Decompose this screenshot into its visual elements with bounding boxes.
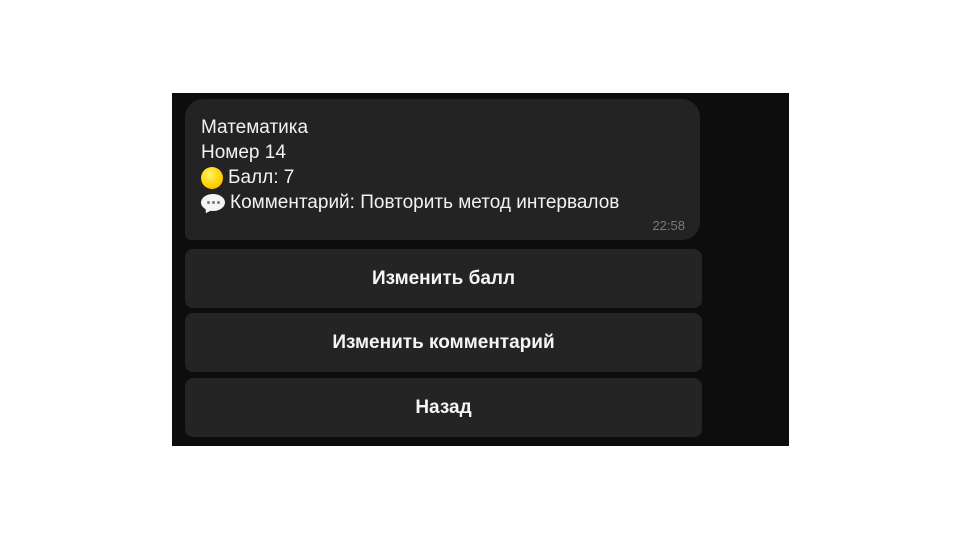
subject-line: Математика — [201, 115, 684, 140]
comment-line: Комментарий: Повторить метод интервалов — [201, 190, 684, 215]
chat-panel: Математика Номер 14 Балл: 7 Комментарий:… — [172, 93, 789, 446]
speech-balloon-icon — [201, 193, 225, 215]
score-line: Балл: 7 — [201, 165, 684, 190]
change-score-button[interactable]: Изменить балл — [185, 249, 702, 308]
message-bubble: Математика Номер 14 Балл: 7 Комментарий:… — [185, 99, 700, 240]
change-comment-button[interactable]: Изменить комментарий — [185, 313, 702, 372]
comment-text: Комментарий: Повторить метод интервалов — [230, 192, 620, 213]
score-text: Балл: 7 — [228, 167, 295, 188]
number-text: Номер 14 — [201, 142, 286, 163]
back-button[interactable]: Назад — [185, 378, 702, 437]
subject-text: Математика — [201, 117, 309, 138]
message-time: 22:58 — [652, 218, 685, 233]
number-line: Номер 14 — [201, 140, 684, 165]
yellow-circle-icon — [201, 166, 223, 189]
